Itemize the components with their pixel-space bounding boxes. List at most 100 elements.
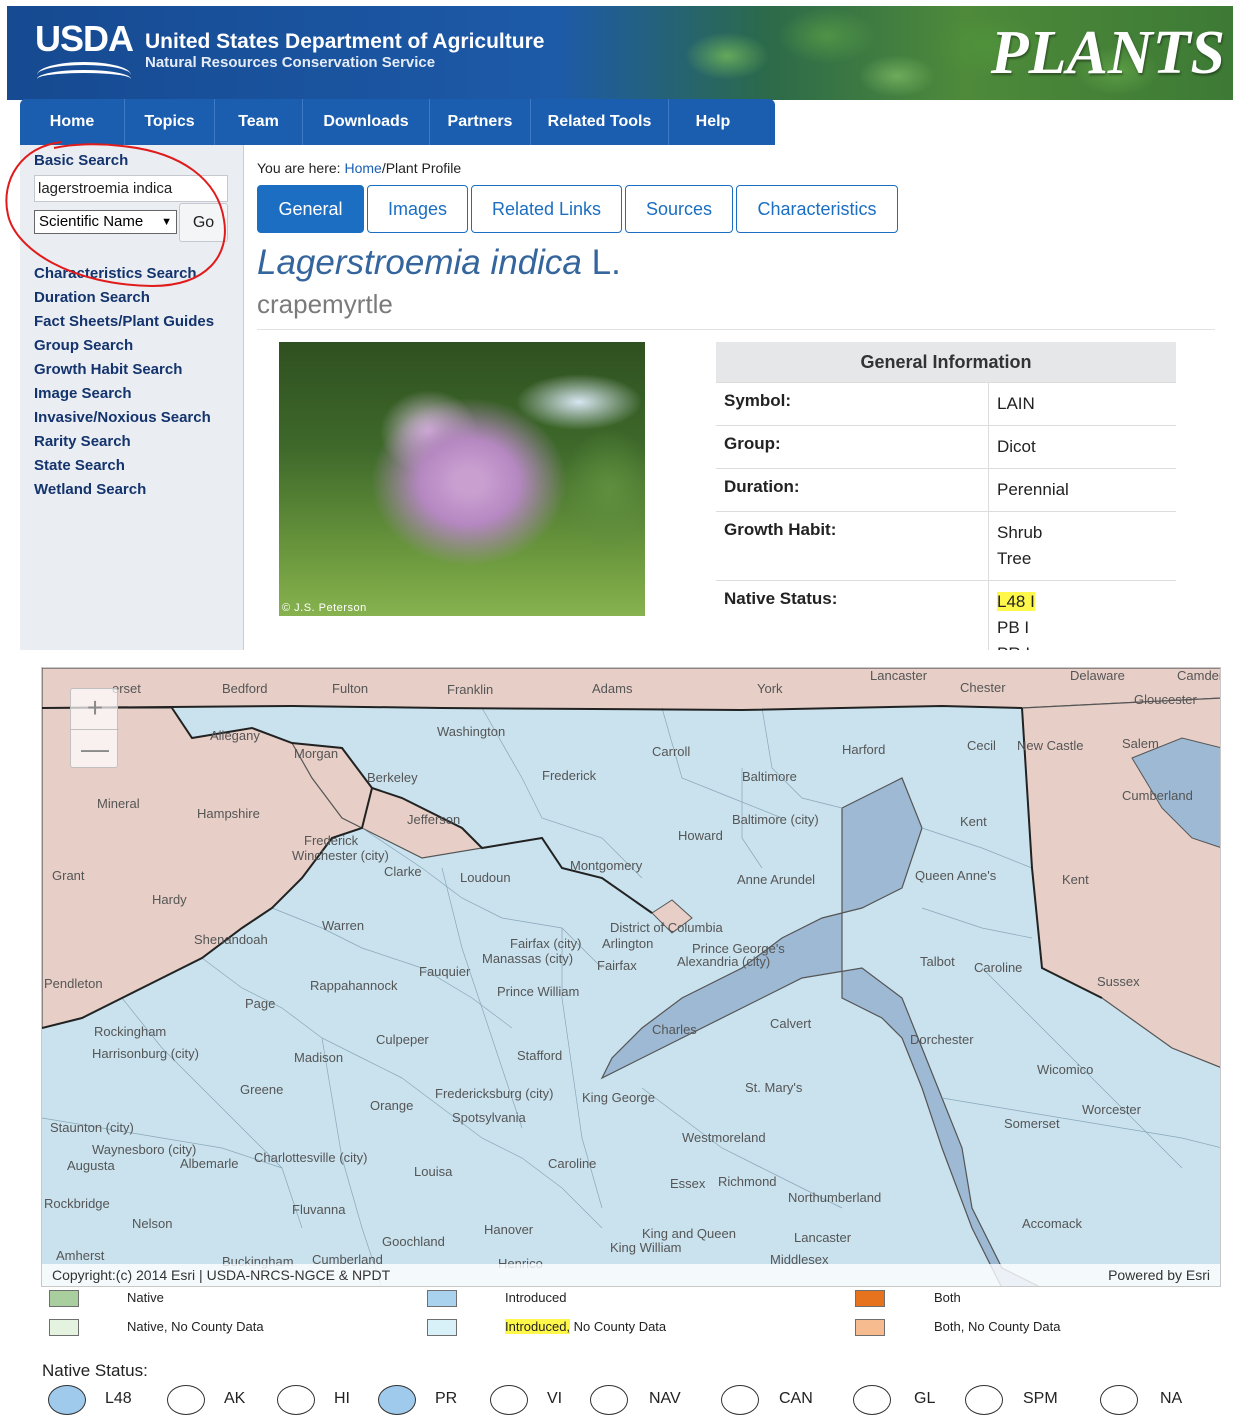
sidebar-link-invasive[interactable]: Invasive/Noxious Search bbox=[34, 408, 214, 432]
map-label: Arlington bbox=[602, 936, 653, 951]
map-label: Lancaster bbox=[870, 668, 928, 683]
sidebar-link-wetland[interactable]: Wetland Search bbox=[34, 480, 214, 504]
radio-gl[interactable] bbox=[853, 1385, 891, 1415]
map-label: Montgomery bbox=[570, 858, 643, 873]
info-row-symbol: Symbol: LAIN bbox=[716, 382, 1176, 425]
map-label: Cecil bbox=[967, 738, 996, 753]
zoom-in-button[interactable]: + bbox=[71, 689, 119, 729]
map-label: St. Mary's bbox=[745, 1080, 803, 1095]
radio-label: L48 bbox=[105, 1390, 132, 1407]
zoom-out-button[interactable]: — bbox=[71, 729, 119, 769]
map-label: Manassas (city) bbox=[482, 951, 573, 966]
map-label: Shenandoah bbox=[194, 932, 268, 947]
sidebar-link-rarity[interactable]: Rarity Search bbox=[34, 432, 214, 456]
breadcrumb-prefix: You are here: bbox=[257, 160, 345, 176]
map-label: Somerset bbox=[1004, 1116, 1060, 1131]
map-label: Calvert bbox=[770, 1016, 812, 1031]
legend-label: Introduced bbox=[505, 1290, 567, 1305]
plant-photo[interactable]: © J.S. Peterson bbox=[279, 342, 645, 616]
nav-team[interactable]: Team bbox=[215, 99, 303, 145]
nav-home[interactable]: Home bbox=[20, 99, 125, 145]
breadcrumb: You are here: Home/Plant Profile bbox=[257, 160, 461, 176]
radio-na[interactable] bbox=[1100, 1385, 1138, 1415]
radio-spm[interactable] bbox=[965, 1385, 1003, 1415]
radio-label: NA bbox=[1160, 1390, 1183, 1407]
map-label: Hampshire bbox=[197, 806, 260, 821]
nav-topics[interactable]: Topics bbox=[125, 99, 215, 145]
nav-downloads[interactable]: Downloads bbox=[303, 99, 430, 145]
map-label: Orange bbox=[370, 1098, 413, 1113]
photo-credit: © J.S. Peterson bbox=[282, 602, 367, 614]
sidebar-link-state[interactable]: State Search bbox=[34, 456, 214, 480]
map-label: Spotsylvania bbox=[452, 1110, 526, 1125]
radio-l48[interactable] bbox=[48, 1385, 86, 1415]
search-type-select[interactable]: Scientific Name ▼ bbox=[34, 210, 177, 234]
map-label: Frederick bbox=[304, 833, 359, 848]
map-label: District of Columbia bbox=[610, 920, 723, 935]
sidebar-link-fact-sheets[interactable]: Fact Sheets/Plant Guides bbox=[34, 312, 214, 336]
nav-help[interactable]: Help bbox=[669, 99, 757, 145]
map-label: Charlottesville (city) bbox=[254, 1150, 367, 1165]
sidebar-link-duration[interactable]: Duration Search bbox=[34, 288, 214, 312]
map-label: Allegany bbox=[210, 728, 260, 743]
map-label: Franklin bbox=[447, 682, 493, 697]
basic-search-heading[interactable]: Basic Search bbox=[34, 152, 128, 169]
map-label: New Castle bbox=[1017, 738, 1083, 753]
info-value: LAIN bbox=[997, 394, 1035, 413]
nav-related-tools[interactable]: Related Tools bbox=[531, 99, 669, 145]
map-label: Pendleton bbox=[44, 976, 103, 991]
radio-can[interactable] bbox=[721, 1385, 759, 1415]
sidebar-link-image[interactable]: Image Search bbox=[34, 384, 214, 408]
scientific-name-italic: Lagerstroemia indica bbox=[257, 243, 582, 282]
site-header: USDA United States Department of Agricul… bbox=[7, 6, 1233, 100]
radio-label: AK bbox=[224, 1390, 246, 1407]
scientific-name: Lagerstroemia indica L. bbox=[257, 243, 621, 283]
sidebar-link-growth-habit[interactable]: Growth Habit Search bbox=[34, 360, 214, 384]
map-label: Morgan bbox=[294, 746, 338, 761]
map-label: Warren bbox=[322, 918, 364, 933]
info-row-duration: Duration: Perennial bbox=[716, 468, 1176, 511]
distribution-map[interactable]: erset Bedford Fulton Franklin Adams York… bbox=[41, 667, 1221, 1287]
radio-ak[interactable] bbox=[167, 1385, 205, 1415]
map-label: Augusta bbox=[67, 1158, 115, 1173]
radio-hi[interactable] bbox=[277, 1385, 315, 1415]
map-label: Chester bbox=[960, 680, 1006, 695]
map-label: Fluvanna bbox=[292, 1202, 346, 1217]
plants-logo[interactable]: PLANTS bbox=[991, 18, 1225, 89]
map-label: Goochland bbox=[382, 1234, 445, 1249]
tab-sources[interactable]: Sources bbox=[625, 185, 733, 233]
map-label: Louisa bbox=[414, 1164, 453, 1179]
legend-swatch-both-no-county bbox=[855, 1319, 885, 1336]
go-button[interactable]: Go bbox=[179, 203, 228, 242]
map-label: Charles bbox=[652, 1022, 697, 1037]
tab-images[interactable]: Images bbox=[367, 185, 468, 233]
divider bbox=[257, 329, 1215, 330]
usda-swoosh-icon bbox=[37, 70, 131, 88]
map-label: Washington bbox=[437, 724, 505, 739]
legend-swatch-introduced-no-county bbox=[427, 1319, 457, 1336]
tab-general[interactable]: General bbox=[257, 185, 364, 233]
usda-logo[interactable]: USDA bbox=[35, 18, 135, 90]
map-label: Fairfax bbox=[597, 958, 637, 973]
radio-nav[interactable] bbox=[590, 1385, 628, 1415]
tab-related-links[interactable]: Related Links bbox=[471, 185, 622, 233]
search-input[interactable] bbox=[34, 175, 228, 202]
map-label: Jefferson bbox=[407, 812, 460, 827]
tab-characteristics[interactable]: Characteristics bbox=[736, 185, 898, 233]
legend-label: Native, No County Data bbox=[127, 1319, 264, 1334]
radio-pr[interactable] bbox=[378, 1385, 416, 1415]
map-label: Caroline bbox=[548, 1156, 596, 1171]
powered-by-esri[interactable]: Powered by Esri bbox=[1108, 1264, 1210, 1286]
nav-partners[interactable]: Partners bbox=[430, 99, 531, 145]
radio-label: CAN bbox=[779, 1390, 813, 1407]
radio-label: HI bbox=[334, 1390, 350, 1407]
radio-label: SPM bbox=[1023, 1390, 1058, 1407]
chevron-down-icon: ▼ bbox=[161, 216, 172, 228]
breadcrumb-home-link[interactable]: Home bbox=[344, 160, 381, 176]
sidebar-link-characteristics[interactable]: Characteristics Search bbox=[34, 264, 214, 288]
map-label: Richmond bbox=[718, 1174, 777, 1189]
sidebar-link-group[interactable]: Group Search bbox=[34, 336, 214, 360]
legend-label-highlighted: Introduced, bbox=[505, 1319, 571, 1334]
radio-vi[interactable] bbox=[490, 1385, 528, 1415]
info-label: Group: bbox=[716, 426, 989, 468]
